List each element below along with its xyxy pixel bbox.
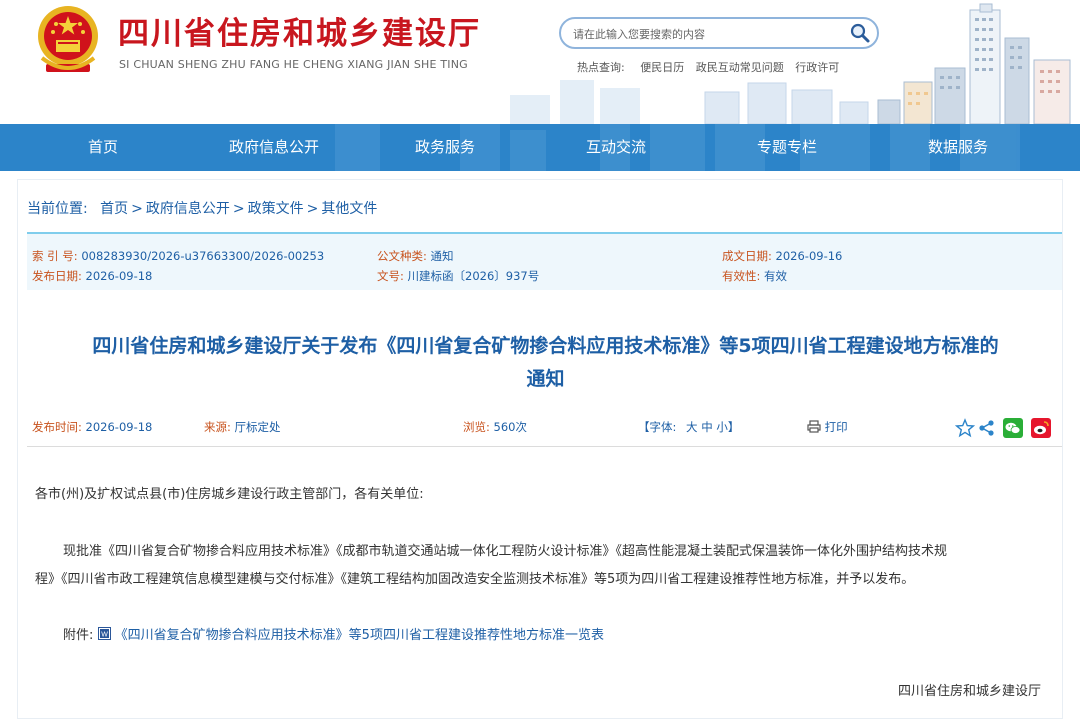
- meta-docno: 文号: 川建标函〔2026〕937号: [377, 268, 539, 284]
- attachment-row: 附件: W 《四川省复合矿物掺合料应用技术标准》等5项四川省工程建设推荐性地方标…: [63, 622, 604, 650]
- meta-created: 成文日期: 2026-09-16: [722, 248, 842, 264]
- print-button[interactable]: 打印: [807, 419, 848, 435]
- breadcrumb-home[interactable]: 首页: [100, 201, 128, 217]
- meta-docno-value: 川建标函〔2026〕937号: [407, 269, 540, 283]
- search-box: [559, 17, 879, 49]
- meta-validity: 有效性: 有效: [722, 268, 787, 284]
- breadcrumb-policy[interactable]: 政策文件: [248, 201, 304, 217]
- body-paragraph-line1: 现批准《四川省复合矿物掺合料应用技术标准》《成都市轨道交通站城一体化工程防火设计…: [63, 544, 948, 559]
- meta-index: 索 引 号: 008283930/2026-u37663300/2026-002…: [32, 248, 324, 264]
- attachment-link[interactable]: 《四川省复合矿物掺合料应用技术标准》等5项四川省工程建设推荐性地方标准一览表: [115, 628, 604, 643]
- nav-gov-service[interactable]: 政务服务: [365, 124, 525, 171]
- font-size-open: 【字体:: [638, 420, 677, 434]
- document-title-line1: 四川省住房和城乡建设厅关于发布《四川省复合矿物掺合料应用技术标准》等5项四川省工…: [92, 335, 999, 357]
- hot-link-faq[interactable]: 政民互动常见问题: [696, 61, 784, 74]
- breadcrumb: 当前位置: 首页 > 政府信息公开 > 政策文件 > 其他文件: [27, 198, 377, 218]
- document-title: 四川省住房和城乡建设厅关于发布《四川省复合矿物掺合料应用技术标准》等5项四川省工…: [28, 330, 1063, 396]
- meta-publish-label: 发布日期:: [32, 269, 82, 283]
- hot-link-permit[interactable]: 行政许可: [795, 61, 839, 74]
- hot-search-row: 热点查询: 便民日历 政民互动常见问题 行政许可: [577, 59, 839, 75]
- salutation: 各市(州)及扩权试点县(市)住房城乡建设行政主管部门，各有关单位:: [35, 487, 424, 502]
- meta-validity-value: 有效: [764, 269, 788, 283]
- site-header: 四川省住房和城乡建设厅 SI CHUAN SHENG ZHU FANG HE C…: [0, 0, 1080, 124]
- share-icon[interactable]: [977, 418, 997, 438]
- search-icon[interactable]: [849, 22, 871, 44]
- nav-home[interactable]: 首页: [23, 124, 183, 171]
- favorite-star-icon[interactable]: [955, 418, 975, 438]
- font-large-button[interactable]: 大: [686, 420, 698, 434]
- info-source: 来源: 厅标定处: [204, 419, 281, 435]
- wechat-icon[interactable]: [1003, 418, 1023, 438]
- info-time-label: 发布时间:: [32, 420, 82, 434]
- nav-gov-info[interactable]: 政府信息公开: [194, 124, 354, 171]
- national-emblem-icon: [38, 6, 98, 72]
- meta-type: 公文种类: 通知: [377, 248, 454, 264]
- breadcrumb-other-docs[interactable]: 其他文件: [321, 201, 377, 217]
- info-views-label: 浏览:: [463, 420, 490, 434]
- site-title: 四川省住房和城乡建设厅: [118, 16, 481, 52]
- info-source-label: 来源:: [204, 420, 231, 434]
- print-icon: [807, 420, 821, 433]
- site-pinyin: SI CHUAN SHENG ZHU FANG HE CHENG XIANG J…: [119, 58, 468, 71]
- breadcrumb-separator: >: [131, 201, 143, 217]
- font-size-control: 【字体: 大 中 小】: [638, 419, 739, 435]
- breadcrumb-separator: >: [232, 201, 245, 217]
- info-views-value: 560次: [493, 420, 527, 434]
- print-label: 打印: [824, 420, 848, 434]
- meta-created-label: 成文日期:: [722, 249, 772, 263]
- weibo-icon[interactable]: [1031, 418, 1051, 438]
- nav-interaction[interactable]: 互动交流: [536, 124, 696, 171]
- font-small-button[interactable]: 小: [716, 420, 728, 434]
- body-paragraph: 现批准《四川省复合矿物掺合料应用技术标准》《成都市轨道交通站城一体化工程防火设计…: [35, 538, 1050, 594]
- meta-publish: 发布日期: 2026-09-18: [32, 268, 152, 284]
- info-views: 浏览: 560次: [463, 419, 527, 435]
- info-time-value: 2026-09-18: [85, 420, 153, 434]
- search-input[interactable]: [571, 24, 835, 44]
- meta-validity-label: 有效性:: [722, 269, 761, 283]
- signature: 四川省住房和城乡建设厅: [898, 684, 1042, 699]
- breadcrumb-separator: >: [306, 201, 319, 217]
- meta-type-label: 公文种类:: [377, 249, 427, 263]
- document-metadata: 索 引 号: 008283930/2026-u37663300/2026-002…: [27, 232, 1062, 290]
- meta-publish-value: 2026-09-18: [85, 269, 153, 283]
- meta-docno-label: 文号:: [377, 269, 404, 283]
- font-medium-button[interactable]: 中: [701, 420, 713, 434]
- meta-index-value: 008283930/2026-u37663300/2026-00253: [81, 249, 325, 263]
- main-content: 当前位置: 首页 > 政府信息公开 > 政策文件 > 其他文件 索 引 号: 0082839…: [17, 179, 1063, 719]
- article-info-bar: 发布时间: 2026-09-18 来源: 厅标定处 浏览: 560次 【字体: …: [27, 416, 1062, 447]
- meta-created-value: 2026-09-16: [775, 249, 843, 263]
- breadcrumb-label: 当前位置:: [27, 201, 88, 217]
- breadcrumb-gov-info[interactable]: 政府信息公开: [146, 201, 230, 217]
- attachment-label: 附件:: [63, 628, 94, 643]
- info-source-value: 厅标定处: [234, 420, 281, 434]
- meta-type-value: 通知: [430, 249, 454, 263]
- svg-text:W: W: [101, 632, 108, 639]
- meta-index-label: 索 引 号:: [32, 249, 78, 263]
- info-publish-time: 发布时间: 2026-09-18: [32, 419, 152, 435]
- document-title-line2: 通知: [526, 368, 565, 390]
- main-nav: 首页 政府信息公开 政务服务 互动交流 专题专栏 数据服务: [0, 124, 1080, 171]
- font-size-close: 】: [727, 420, 740, 434]
- nav-data-service[interactable]: 数据服务: [878, 124, 1038, 171]
- nav-special-topics[interactable]: 专题专栏: [707, 124, 867, 171]
- hot-search-label: 热点查询:: [577, 61, 625, 74]
- body-paragraph-line2: 程》《四川省市政工程建筑信息模型建模与交付标准》《建筑工程结构加固改造安全监测技…: [35, 572, 915, 587]
- hot-link-calendar[interactable]: 便民日历: [640, 61, 684, 74]
- word-doc-icon: W: [97, 627, 111, 640]
